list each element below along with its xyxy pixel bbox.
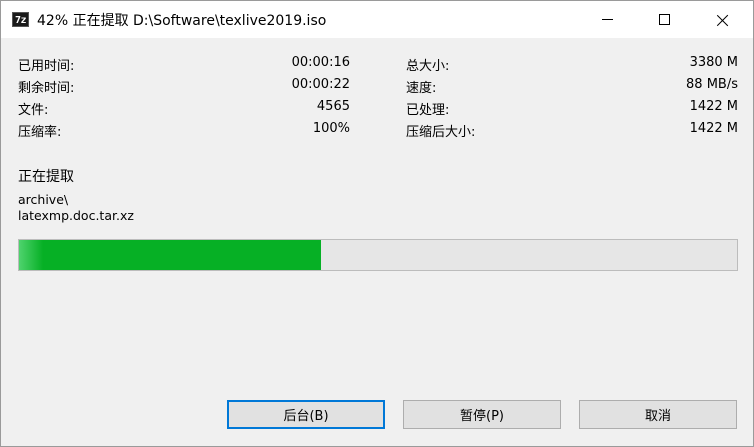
current-file-name: latexmp.doc.tar.xz — [18, 208, 134, 223]
close-icon — [717, 14, 729, 26]
compressed-size-label: 压缩后大小: — [406, 125, 476, 140]
cancel-button[interactable]: 取消 — [579, 400, 737, 429]
remaining-time-value: 00:00:22 — [291, 77, 350, 92]
title-bar[interactable]: 7z 42% 正在提取 D:\Software\texlive2019.iso — [1, 1, 753, 38]
progress-fill — [19, 240, 321, 270]
maximize-icon — [658, 14, 670, 25]
speed-value: 88 MB/s — [686, 77, 738, 92]
files-value: 4565 — [316, 99, 350, 114]
current-folder-path: archive\ — [18, 192, 69, 207]
minimize-icon — [601, 19, 613, 20]
pause-button[interactable]: 暂停(P) — [403, 400, 561, 429]
minimize-button[interactable] — [584, 1, 630, 38]
extract-progress-window: 7z 42% 正在提取 D:\Software\texlive2019.iso … — [0, 0, 754, 447]
total-size-label: 总大小: — [406, 59, 450, 74]
speed-label: 速度: — [406, 81, 437, 96]
background-button[interactable]: 后台(B) — [227, 400, 385, 429]
elapsed-time-label: 已用时间: — [18, 59, 75, 74]
files-label: 文件: — [18, 103, 49, 118]
compressed-size-value: 1422 M — [689, 121, 738, 136]
remaining-time-label: 剩余时间: — [18, 81, 75, 96]
close-button[interactable] — [700, 1, 746, 38]
processed-label: 已处理: — [406, 103, 450, 118]
total-size-value: 3380 M — [689, 55, 738, 70]
processed-value: 1422 M — [689, 99, 738, 114]
elapsed-time-value: 00:00:16 — [291, 55, 350, 70]
window-title: 42% 正在提取 D:\Software\texlive2019.iso — [37, 13, 327, 29]
compression-ratio-label: 压缩率: — [18, 125, 62, 140]
7zip-app-icon[interactable]: 7z — [12, 12, 29, 27]
operation-title: 正在提取 — [18, 169, 74, 185]
maximize-button[interactable] — [641, 1, 687, 38]
extraction-progress-bar — [18, 239, 738, 271]
compression-ratio-value: 100% — [312, 121, 350, 136]
